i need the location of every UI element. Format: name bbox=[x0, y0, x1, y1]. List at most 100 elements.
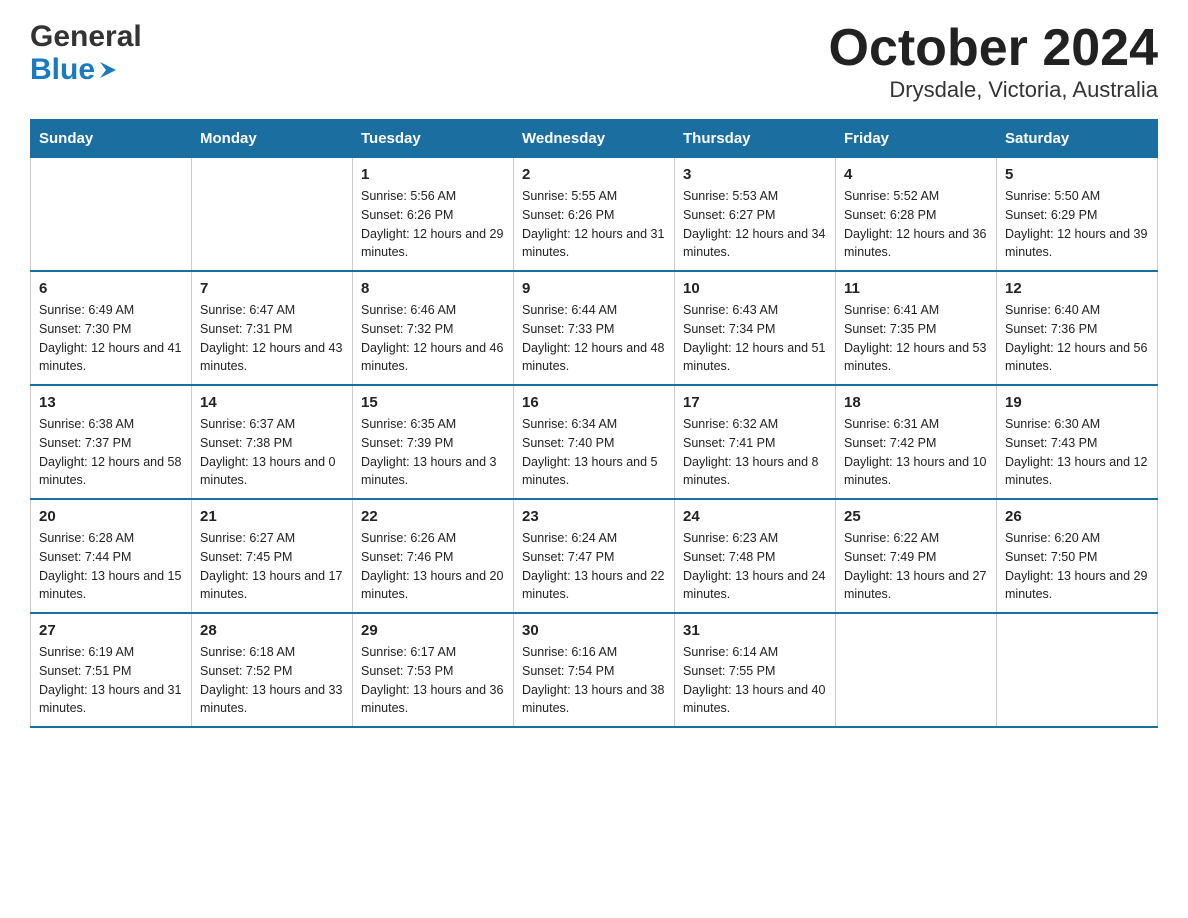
day-sun-info: Sunrise: 6:44 AMSunset: 7:33 PMDaylight:… bbox=[522, 301, 666, 376]
calendar-day-cell: 31 Sunrise: 6:14 AMSunset: 7:55 PMDayligh… bbox=[675, 613, 836, 727]
calendar-body: 1 Sunrise: 5:56 AMSunset: 6:26 PMDaylight… bbox=[31, 158, 1158, 728]
day-sun-info: Sunrise: 6:30 AMSunset: 7:43 PMDaylight:… bbox=[1005, 415, 1149, 490]
calendar-day-cell: 19 Sunrise: 6:30 AMSunset: 7:43 PMDayligh… bbox=[997, 385, 1158, 499]
calendar-day-cell bbox=[192, 158, 353, 272]
day-number: 29 bbox=[361, 622, 505, 639]
day-sun-info: Sunrise: 6:46 AMSunset: 7:32 PMDaylight:… bbox=[361, 301, 505, 376]
day-sun-info: Sunrise: 5:52 AMSunset: 6:28 PMDaylight:… bbox=[844, 187, 988, 262]
title-block: October 2024 Drysdale, Victoria, Austral… bbox=[829, 20, 1159, 103]
calendar-week-row: 6 Sunrise: 6:49 AMSunset: 7:30 PMDaylight… bbox=[31, 271, 1158, 385]
day-sun-info: Sunrise: 6:22 AMSunset: 7:49 PMDaylight:… bbox=[844, 529, 988, 604]
day-sun-info: Sunrise: 6:32 AMSunset: 7:41 PMDaylight:… bbox=[683, 415, 827, 490]
logo: General Blue bbox=[30, 20, 142, 86]
calendar-day-cell: 10 Sunrise: 6:43 AMSunset: 7:34 PMDayligh… bbox=[675, 271, 836, 385]
day-sun-info: Sunrise: 6:47 AMSunset: 7:31 PMDaylight:… bbox=[200, 301, 344, 376]
logo-line1: General bbox=[30, 20, 142, 53]
day-sun-info: Sunrise: 6:18 AMSunset: 7:52 PMDaylight:… bbox=[200, 643, 344, 718]
calendar-day-cell: 23 Sunrise: 6:24 AMSunset: 7:47 PMDayligh… bbox=[514, 499, 675, 613]
calendar-day-cell: 3 Sunrise: 5:53 AMSunset: 6:27 PMDaylight… bbox=[675, 158, 836, 272]
day-number: 9 bbox=[522, 280, 666, 297]
day-sun-info: Sunrise: 6:19 AMSunset: 7:51 PMDaylight:… bbox=[39, 643, 183, 718]
weekday-header-friday: Friday bbox=[836, 120, 997, 158]
logo-arrow-icon bbox=[98, 60, 118, 80]
day-sun-info: Sunrise: 6:16 AMSunset: 7:54 PMDaylight:… bbox=[522, 643, 666, 718]
weekday-header-monday: Monday bbox=[192, 120, 353, 158]
day-sun-info: Sunrise: 6:17 AMSunset: 7:53 PMDaylight:… bbox=[361, 643, 505, 718]
day-sun-info: Sunrise: 5:53 AMSunset: 6:27 PMDaylight:… bbox=[683, 187, 827, 262]
day-number: 10 bbox=[683, 280, 827, 297]
day-sun-info: Sunrise: 6:49 AMSunset: 7:30 PMDaylight:… bbox=[39, 301, 183, 376]
calendar-day-cell: 28 Sunrise: 6:18 AMSunset: 7:52 PMDayligh… bbox=[192, 613, 353, 727]
calendar-day-cell: 22 Sunrise: 6:26 AMSunset: 7:46 PMDayligh… bbox=[353, 499, 514, 613]
calendar-day-cell: 21 Sunrise: 6:27 AMSunset: 7:45 PMDayligh… bbox=[192, 499, 353, 613]
calendar-day-cell: 30Sunrise: 6:16 AMSunset: 7:54 PMDayligh… bbox=[514, 613, 675, 727]
weekday-header-saturday: Saturday bbox=[997, 120, 1158, 158]
calendar-day-cell: 6 Sunrise: 6:49 AMSunset: 7:30 PMDaylight… bbox=[31, 271, 192, 385]
day-number: 14 bbox=[200, 394, 344, 411]
calendar-day-cell: 4Sunrise: 5:52 AMSunset: 6:28 PMDaylight… bbox=[836, 158, 997, 272]
day-number: 5 bbox=[1005, 166, 1149, 183]
day-number: 7 bbox=[200, 280, 344, 297]
calendar-day-cell: 26 Sunrise: 6:20 AMSunset: 7:50 PMDayligh… bbox=[997, 499, 1158, 613]
day-sun-info: Sunrise: 6:34 AMSunset: 7:40 PMDaylight:… bbox=[522, 415, 666, 490]
day-sun-info: Sunrise: 6:41 AMSunset: 7:35 PMDaylight:… bbox=[844, 301, 988, 376]
day-sun-info: Sunrise: 5:55 AMSunset: 6:26 PMDaylight:… bbox=[522, 187, 666, 262]
day-number: 31 bbox=[683, 622, 827, 639]
day-number: 11 bbox=[844, 280, 988, 297]
day-sun-info: Sunrise: 6:43 AMSunset: 7:34 PMDaylight:… bbox=[683, 301, 827, 376]
calendar-day-cell: 20 Sunrise: 6:28 AMSunset: 7:44 PMDayligh… bbox=[31, 499, 192, 613]
calendar-week-row: 20 Sunrise: 6:28 AMSunset: 7:44 PMDayligh… bbox=[31, 499, 1158, 613]
day-sun-info: Sunrise: 6:27 AMSunset: 7:45 PMDaylight:… bbox=[200, 529, 344, 604]
calendar-day-cell: 1 Sunrise: 5:56 AMSunset: 6:26 PMDaylight… bbox=[353, 158, 514, 272]
day-number: 18 bbox=[844, 394, 988, 411]
calendar-day-cell: 14Sunrise: 6:37 AMSunset: 7:38 PMDayligh… bbox=[192, 385, 353, 499]
day-number: 21 bbox=[200, 508, 344, 525]
calendar-week-row: 27Sunrise: 6:19 AMSunset: 7:51 PMDayligh… bbox=[31, 613, 1158, 727]
day-number: 22 bbox=[361, 508, 505, 525]
day-number: 19 bbox=[1005, 394, 1149, 411]
page-subtitle: Drysdale, Victoria, Australia bbox=[829, 77, 1159, 103]
calendar-day-cell: 11 Sunrise: 6:41 AMSunset: 7:35 PMDayligh… bbox=[836, 271, 997, 385]
day-number: 6 bbox=[39, 280, 183, 297]
calendar-day-cell: 29 Sunrise: 6:17 AMSunset: 7:53 PMDayligh… bbox=[353, 613, 514, 727]
calendar-day-cell: 17Sunrise: 6:32 AMSunset: 7:41 PMDayligh… bbox=[675, 385, 836, 499]
calendar-day-cell bbox=[31, 158, 192, 272]
day-number: 3 bbox=[683, 166, 827, 183]
logo-line2: Blue bbox=[30, 53, 142, 86]
calendar-day-cell: 13Sunrise: 6:38 AMSunset: 7:37 PMDayligh… bbox=[31, 385, 192, 499]
weekday-header-sunday: Sunday bbox=[31, 120, 192, 158]
calendar-day-cell: 12Sunrise: 6:40 AMSunset: 7:36 PMDayligh… bbox=[997, 271, 1158, 385]
calendar-day-cell: 27Sunrise: 6:19 AMSunset: 7:51 PMDayligh… bbox=[31, 613, 192, 727]
day-sun-info: Sunrise: 5:50 AMSunset: 6:29 PMDaylight:… bbox=[1005, 187, 1149, 262]
day-number: 26 bbox=[1005, 508, 1149, 525]
day-number: 25 bbox=[844, 508, 988, 525]
calendar-day-cell: 25 Sunrise: 6:22 AMSunset: 7:49 PMDayligh… bbox=[836, 499, 997, 613]
weekday-header-thursday: Thursday bbox=[675, 120, 836, 158]
day-number: 8 bbox=[361, 280, 505, 297]
day-number: 28 bbox=[200, 622, 344, 639]
calendar-table: SundayMondayTuesdayWednesdayThursdayFrid… bbox=[30, 119, 1158, 728]
calendar-day-cell: 7 Sunrise: 6:47 AMSunset: 7:31 PMDaylight… bbox=[192, 271, 353, 385]
calendar-day-cell bbox=[997, 613, 1158, 727]
day-number: 20 bbox=[39, 508, 183, 525]
calendar-day-cell: 15Sunrise: 6:35 AMSunset: 7:39 PMDayligh… bbox=[353, 385, 514, 499]
day-number: 16 bbox=[522, 394, 666, 411]
day-number: 23 bbox=[522, 508, 666, 525]
day-number: 24 bbox=[683, 508, 827, 525]
calendar-day-cell: 5 Sunrise: 5:50 AMSunset: 6:29 PMDaylight… bbox=[997, 158, 1158, 272]
day-sun-info: Sunrise: 6:26 AMSunset: 7:46 PMDaylight:… bbox=[361, 529, 505, 604]
calendar-day-cell bbox=[836, 613, 997, 727]
day-number: 1 bbox=[361, 166, 505, 183]
day-number: 12 bbox=[1005, 280, 1149, 297]
day-sun-info: Sunrise: 6:38 AMSunset: 7:37 PMDaylight:… bbox=[39, 415, 183, 490]
day-sun-info: Sunrise: 6:24 AMSunset: 7:47 PMDaylight:… bbox=[522, 529, 666, 604]
day-sun-info: Sunrise: 6:28 AMSunset: 7:44 PMDaylight:… bbox=[39, 529, 183, 604]
day-sun-info: Sunrise: 6:14 AMSunset: 7:55 PMDaylight:… bbox=[683, 643, 827, 718]
day-sun-info: Sunrise: 5:56 AMSunset: 6:26 PMDaylight:… bbox=[361, 187, 505, 262]
day-sun-info: Sunrise: 6:20 AMSunset: 7:50 PMDaylight:… bbox=[1005, 529, 1149, 604]
calendar-day-cell: 24Sunrise: 6:23 AMSunset: 7:48 PMDayligh… bbox=[675, 499, 836, 613]
calendar-day-cell: 16 Sunrise: 6:34 AMSunset: 7:40 PMDayligh… bbox=[514, 385, 675, 499]
page-header: General Blue October 2024 Drysdale, Vict… bbox=[30, 20, 1158, 103]
calendar-header: SundayMondayTuesdayWednesdayThursdayFrid… bbox=[31, 120, 1158, 158]
day-number: 15 bbox=[361, 394, 505, 411]
